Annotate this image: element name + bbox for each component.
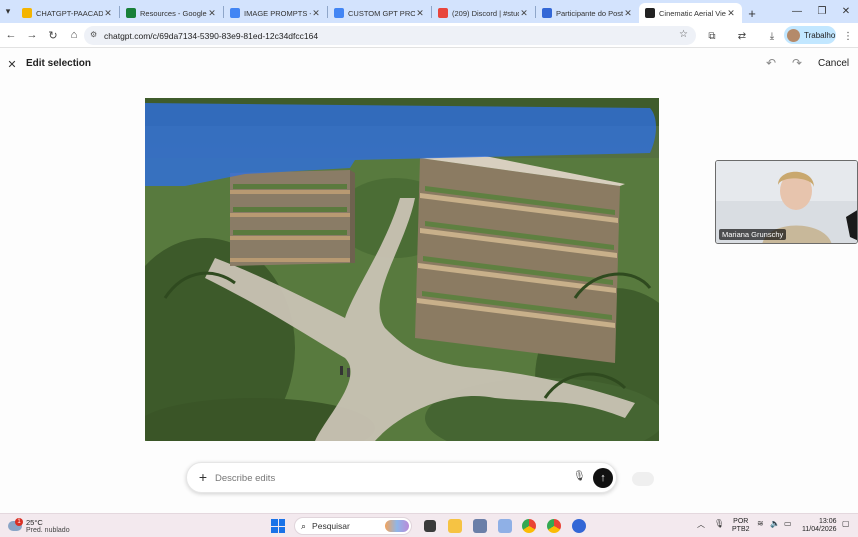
notifications-icon[interactable]: ▢ — [842, 519, 850, 528]
tab-title: (209) Discord | #student — [452, 8, 519, 18]
microphone-icon[interactable]: 🎙 — [573, 471, 586, 482]
edit-image-canvas[interactable] — [145, 98, 659, 441]
tab-close-icon[interactable]: ✕ — [207, 8, 217, 19]
tab-2[interactable]: IMAGE PROMPTS - Google Docs✕ — [224, 3, 327, 23]
extensions-icon[interactable]: ⧉ — [702, 26, 722, 46]
tab-1[interactable]: Resources - Google Drive✕ — [120, 3, 223, 23]
tab-6[interactable]: Cinematic Aerial View ✕ — [639, 3, 742, 23]
send-button[interactable]: ↑ — [593, 468, 613, 488]
tab-list: CHATGPT-PAACADEMY✕Resources - Google Dri… — [16, 0, 742, 23]
snipping-tool-icon[interactable] — [498, 519, 512, 533]
taskbar-search[interactable]: ⌕ Pesquisar — [294, 517, 412, 535]
profile-button[interactable]: Trabalho — [784, 26, 836, 44]
reload-icon[interactable]: ↻ — [43, 25, 63, 45]
video-call-tile[interactable]: Mariana Grunschy — [715, 160, 858, 244]
tray-chevron-icon[interactable]: ︿ — [697, 519, 705, 530]
wifi-icon[interactable]: ≋ — [757, 519, 764, 528]
site-info-icon[interactable]: ⚙ — [90, 30, 97, 39]
file-explorer-icon[interactable] — [448, 519, 462, 533]
close-window-icon[interactable]: ✕ — [832, 0, 858, 23]
bookmark-star-icon[interactable]: ☆ — [679, 29, 688, 40]
discord-icon — [438, 8, 448, 18]
battery-icon[interactable]: ▭ — [784, 519, 792, 528]
weather-condition: Pred. nublado — [26, 527, 70, 534]
voice-mode-pill — [632, 472, 654, 486]
tab-close-icon[interactable]: ✕ — [623, 8, 633, 19]
tab-title: CUSTOM GPT PROMPTS — [348, 8, 415, 18]
tab-strip: ▾ CHATGPT-PAACADEMY✕Resources - Google D… — [0, 0, 858, 23]
clock-date: 11/04/2026 — [802, 526, 837, 533]
notepad-icon[interactable] — [473, 519, 487, 533]
docs-icon — [230, 8, 240, 18]
avatar — [787, 28, 800, 42]
folder-icon — [22, 8, 32, 18]
keyboard-layout: PTB2 — [732, 526, 750, 533]
tab-close-icon[interactable]: ✕ — [103, 8, 113, 19]
search-icon: ⌕ — [301, 520, 307, 531]
back-icon[interactable]: ← — [1, 25, 21, 45]
edit-selection-header: ✕ Edit selection ↶ ↷ Cancel — [0, 48, 858, 80]
chrome-icon[interactable] — [522, 519, 536, 533]
edit-prompt-box: + 🎙 ↑ — [186, 462, 617, 493]
docs-icon — [334, 8, 344, 18]
tab-close-icon[interactable]: ✕ — [311, 8, 321, 19]
minimize-icon[interactable]: — — [783, 0, 811, 23]
search-highlight-icon — [385, 520, 409, 532]
profile-label: Trabalho — [804, 30, 836, 40]
participant-name: Mariana Grunschy — [719, 229, 787, 240]
new-tab-button[interactable]: + — [742, 3, 762, 23]
tab-title: Resources - Google Drive — [140, 8, 207, 18]
notification-badge: 1 — [15, 518, 23, 526]
describe-edits-input[interactable] — [215, 469, 555, 487]
tab-5[interactable]: Participante do Post ✕ — [536, 3, 639, 23]
tab-3[interactable]: CUSTOM GPT PROMPTS✕ — [328, 3, 431, 23]
tab-title: Participante do Post — [556, 8, 623, 18]
windows-taskbar: 1 25°C Pred. nublado ⌕ Pesquisar ︿ 🎙 POR… — [0, 513, 858, 537]
tab-title: CHATGPT-PAACADEMY — [36, 8, 103, 18]
add-attachment-button[interactable]: + — [196, 469, 210, 485]
architecture-render — [145, 98, 659, 441]
tab-search-icon[interactable]: ▾ — [0, 0, 16, 23]
meet-app-icon[interactable] — [572, 519, 586, 533]
chatgpt-icon — [645, 8, 655, 18]
search-label: Pesquisar — [312, 521, 350, 531]
meet-icon — [542, 8, 552, 18]
redo-icon[interactable]: ↷ — [792, 56, 802, 70]
task-view-icon[interactable] — [424, 520, 436, 532]
browser-toolbar: ← → ↻ ⌂ ⚙ chatgpt.com/c/69da7134-5390-83… — [0, 23, 858, 48]
tab-4[interactable]: (209) Discord | #student✕ — [432, 3, 535, 23]
drive-icon — [126, 8, 136, 18]
system-clock[interactable]: 13:06 11/04/2026 — [802, 518, 837, 534]
start-button[interactable] — [271, 519, 285, 533]
chrome-profile-icon[interactable] — [547, 519, 561, 533]
browser-menu-icon[interactable]: ⋮ — [840, 26, 856, 46]
mic-tray-icon[interactable]: 🎙 — [714, 519, 724, 528]
translate-icon[interactable]: ⇄ — [732, 26, 752, 46]
clock-time: 13:06 — [818, 518, 837, 525]
temperature: 25°C — [26, 518, 43, 527]
tab-close-icon[interactable]: ✕ — [415, 8, 425, 19]
weather-widget[interactable]: 1 25°C Pred. nublado — [6, 517, 76, 535]
tab-close-icon[interactable]: ✕ — [726, 8, 736, 19]
address-bar[interactable]: ⚙ chatgpt.com/c/69da7134-5390-83e9-81ed-… — [84, 26, 696, 45]
volume-icon[interactable]: 🔈 — [770, 519, 780, 528]
cancel-button[interactable]: Cancel — [818, 58, 849, 69]
undo-icon[interactable]: ↶ — [766, 56, 776, 70]
home-icon[interactable]: ⌂ — [64, 25, 84, 45]
language-indicator[interactable]: POR PTB2 — [732, 518, 750, 534]
close-icon[interactable]: ✕ — [5, 57, 19, 71]
tab-title: IMAGE PROMPTS - Google Docs — [244, 8, 311, 18]
download-icon[interactable]: ⤓ — [762, 26, 782, 46]
forward-icon[interactable]: → — [22, 25, 42, 45]
tab-0[interactable]: CHATGPT-PAACADEMY✕ — [16, 3, 119, 23]
tab-title: Cinematic Aerial View — [659, 8, 726, 18]
language-code: POR — [733, 518, 749, 525]
page-title: Edit selection — [26, 58, 92, 69]
url-text: chatgpt.com/c/69da7134-5390-83e9-81ed-12… — [104, 30, 319, 41]
tab-close-icon[interactable]: ✕ — [519, 8, 529, 19]
